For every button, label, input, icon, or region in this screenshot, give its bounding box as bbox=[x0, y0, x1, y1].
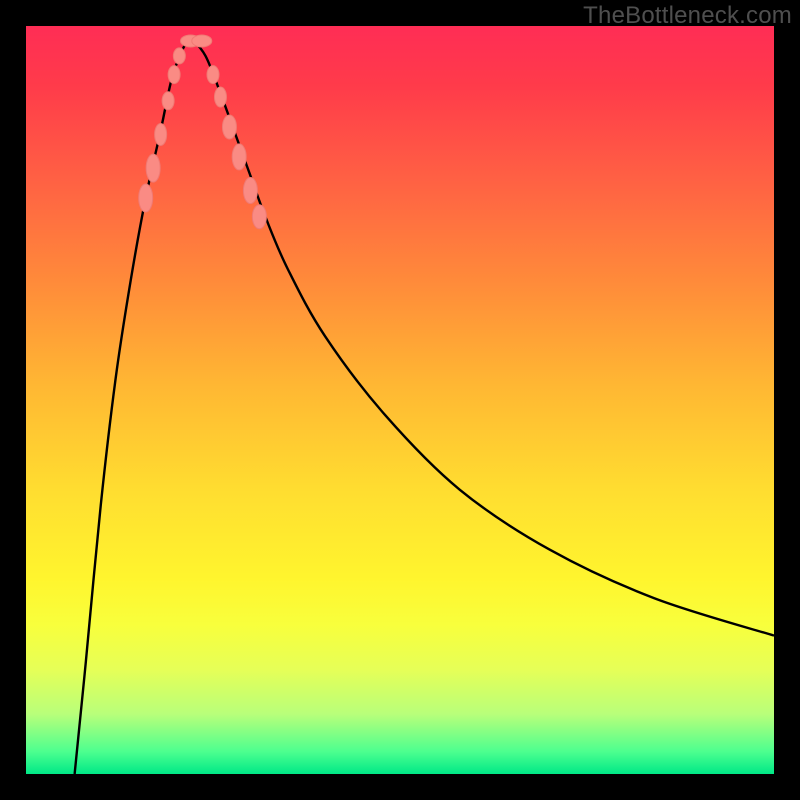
data-marker bbox=[232, 144, 246, 170]
marker-layer bbox=[139, 35, 267, 229]
data-marker bbox=[243, 178, 257, 204]
data-marker bbox=[214, 87, 226, 107]
data-marker bbox=[252, 205, 266, 229]
data-marker bbox=[162, 92, 174, 110]
plot-area bbox=[26, 26, 774, 774]
data-marker bbox=[168, 66, 180, 84]
data-marker bbox=[192, 35, 212, 47]
curve-svg bbox=[26, 26, 774, 774]
curve-layer bbox=[75, 37, 774, 774]
data-marker bbox=[222, 115, 236, 139]
data-marker bbox=[207, 66, 219, 84]
left-branch-curve bbox=[75, 37, 191, 774]
right-branch-curve bbox=[191, 37, 774, 635]
data-marker bbox=[173, 48, 185, 64]
watermark-text: TheBottleneck.com bbox=[583, 2, 792, 30]
data-marker bbox=[146, 154, 160, 182]
data-marker bbox=[139, 184, 153, 212]
data-marker bbox=[155, 123, 167, 145]
outer-frame: TheBottleneck.com bbox=[0, 0, 800, 800]
